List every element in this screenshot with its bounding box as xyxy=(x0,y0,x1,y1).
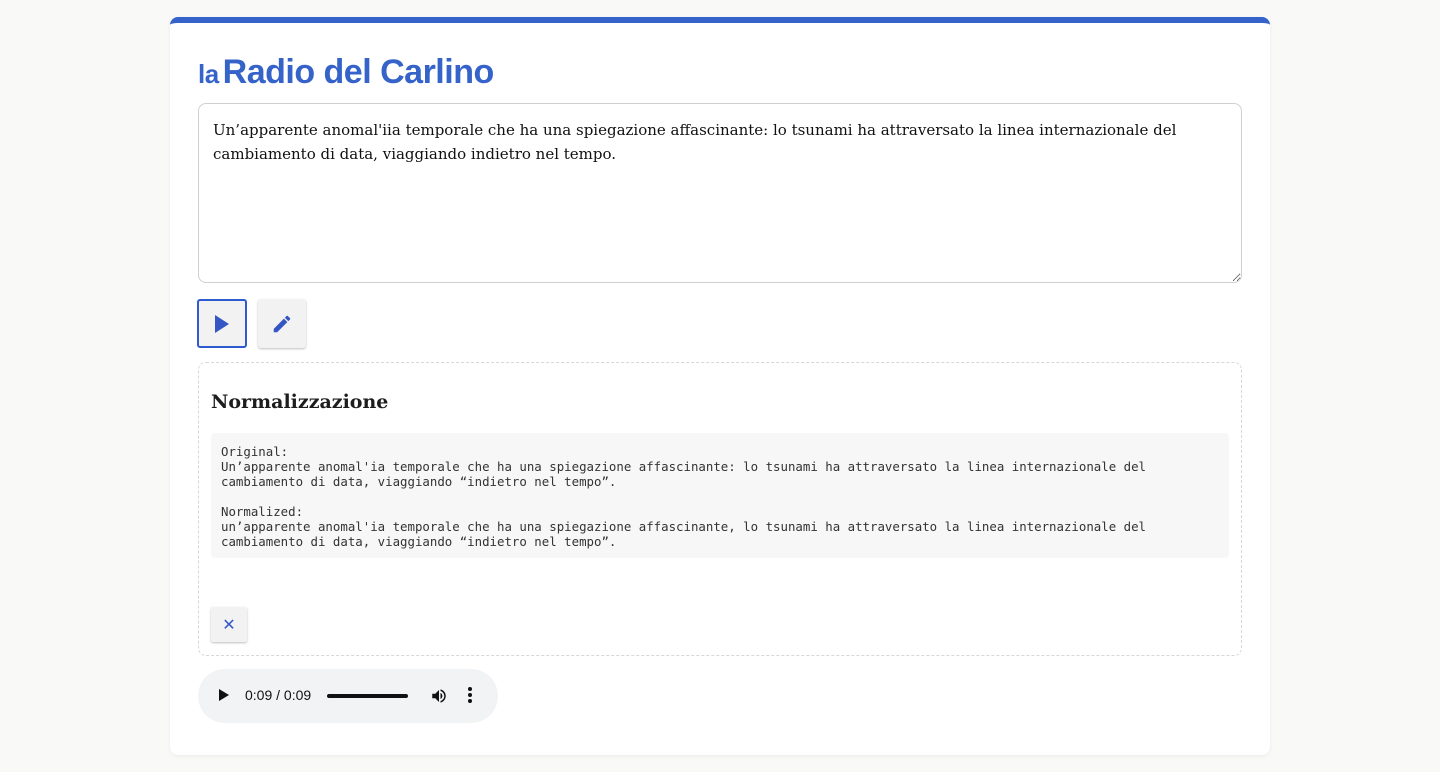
play-button[interactable] xyxy=(197,299,247,348)
normalized-label: Normalized: xyxy=(221,504,304,519)
audio-play-icon[interactable] xyxy=(218,688,230,702)
brand-prefix: la xyxy=(198,59,219,89)
more-options-icon[interactable] xyxy=(468,686,472,704)
normalized-text: un’apparente anomal'ia temporale che ha … xyxy=(221,519,1154,549)
original-text: Un’apparente anomal'ia temporale che ha … xyxy=(221,459,1154,489)
normalization-output: Original: Un’apparente anomal'ia tempora… xyxy=(211,433,1229,558)
text-editor[interactable]: Un’apparente anomal'iia temporale che ha… xyxy=(198,103,1242,283)
audio-player: 0:09 / 0:09 xyxy=(198,669,498,723)
original-label: Original: xyxy=(221,444,289,459)
close-button[interactable]: ✕ xyxy=(211,607,247,642)
audio-progress-bar[interactable] xyxy=(327,694,408,698)
volume-icon[interactable] xyxy=(430,687,448,705)
play-icon xyxy=(215,314,229,333)
brand-name: Radio del Carlino xyxy=(222,53,495,91)
main-card: la Radio del Carlino Un’apparente anomal… xyxy=(170,17,1270,755)
audio-time: 0:09 / 0:09 xyxy=(245,687,312,703)
edit-button[interactable] xyxy=(258,299,306,348)
normalization-panel: Normalizzazione Original: Un’apparente a… xyxy=(198,362,1242,656)
pencil-icon xyxy=(273,315,291,332)
normalization-title: Normalizzazione xyxy=(211,391,389,413)
brand-logo: la Radio del Carlino xyxy=(198,53,494,92)
